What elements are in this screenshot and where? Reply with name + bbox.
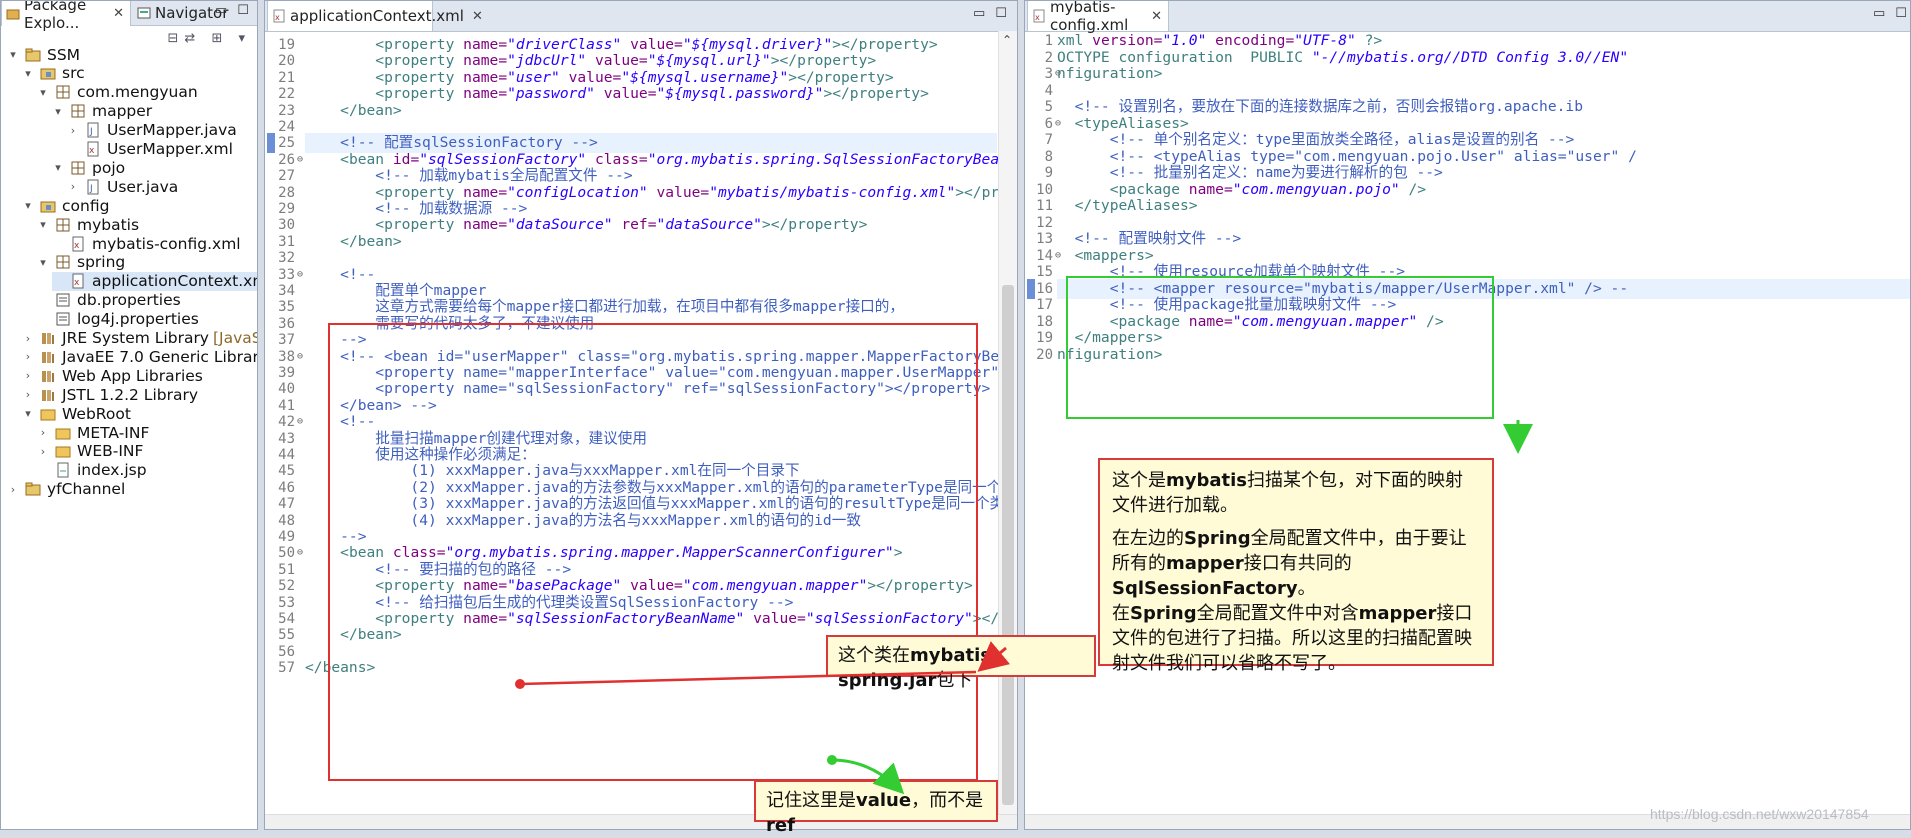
watermark: https://blog.csdn.net/wxw20147854 [1650,806,1869,822]
annotation-arrows [515,420,1533,795]
arrow-dot [827,755,837,765]
arrow-to-class [977,641,1011,672]
arrow-underline-class [519,670,977,686]
arrow-to-value [831,758,905,795]
arrow-dot [515,679,525,689]
